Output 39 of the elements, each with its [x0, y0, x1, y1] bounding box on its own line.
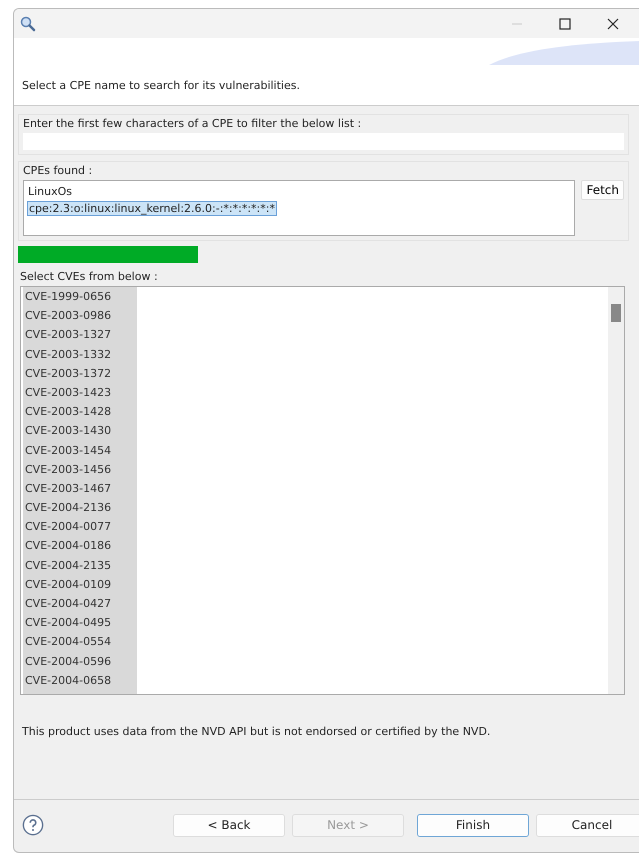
maximize-icon[interactable] — [559, 18, 571, 30]
cpe-item[interactable]: cpe:2.3:o:linux:linux_kernel:2.6.0:-:*:*:*:*:*:* — [27, 201, 277, 216]
cve-item[interactable]: CVE-2003-1428 — [25, 402, 137, 422]
cve-item[interactable]: CVE-2003-1454 — [25, 440, 137, 460]
help-icon[interactable] — [22, 814, 44, 836]
cve-item[interactable]: CVE-2003-1430 — [25, 421, 137, 440]
cve-item[interactable]: CVE-2004-2136 — [25, 498, 137, 518]
close-icon[interactable] — [607, 18, 619, 30]
cpes-label: CPEs found : — [23, 164, 94, 177]
cve-item[interactable]: CVE-1999-0656 — [25, 287, 137, 306]
cve-item[interactable]: CVE-2003-1332 — [25, 344, 137, 364]
cpe-list[interactable]: LinuxOs cpe:2.3:o:linux:linux_kernel:2.6.0:-:*:*:*:*:*:* — [23, 180, 576, 236]
cve-item[interactable]: CVE-2004-0495 — [25, 613, 137, 632]
cve-item[interactable]: CVE-2004-2135 — [25, 556, 137, 575]
cve-item[interactable]: CVE-2003-1467 — [25, 478, 137, 498]
cve-item[interactable]: CVE-2003-1423 — [25, 382, 137, 402]
cves-label: Select CVEs from below : — [20, 270, 159, 283]
cve-item[interactable]: CVE-2004-0427 — [25, 594, 137, 614]
dialog-button[interactable]: Finish — [417, 814, 529, 836]
cve-item[interactable]: CVE-2004-0658 — [25, 670, 137, 690]
dialog-button[interactable]: < Back — [173, 814, 285, 836]
cve-item[interactable]: CVE-2003-1372 — [25, 364, 137, 383]
header-message: Select a CPE name to search for its vulnerabilities. — [22, 79, 300, 92]
cve-item[interactable]: CVE-2004-0186 — [25, 536, 137, 556]
notice-text: This product uses data from the NVD API but is not endorsed or certified by the NVD. — [22, 725, 492, 738]
cpe-item[interactable]: LinuxOs — [27, 185, 74, 198]
scrollbar[interactable] — [608, 287, 624, 694]
cve-item[interactable]: CVE-2004-0109 — [25, 574, 137, 594]
cve-item[interactable]: CVE-2003-0986 — [25, 306, 137, 326]
magnifier-icon — [20, 16, 36, 32]
cve-item[interactable]: CVE-2004-0554 — [25, 632, 137, 652]
cve-item[interactable]: CVE-2004-0077 — [25, 517, 137, 536]
fetch-button[interactable]: Fetch — [581, 180, 624, 200]
cve-item[interactable]: CVE-2003-1327 — [25, 325, 137, 345]
cve-item[interactable]: CVE-2003-1456 — [25, 460, 137, 479]
cve-list[interactable] — [20, 286, 625, 695]
dialog-button[interactable]: Cancel — [536, 814, 639, 836]
cve-item[interactable]: CVE-2004-0596 — [25, 652, 137, 671]
filter-label: Enter the first few characters of a CPE to filter the below list : — [23, 117, 362, 130]
